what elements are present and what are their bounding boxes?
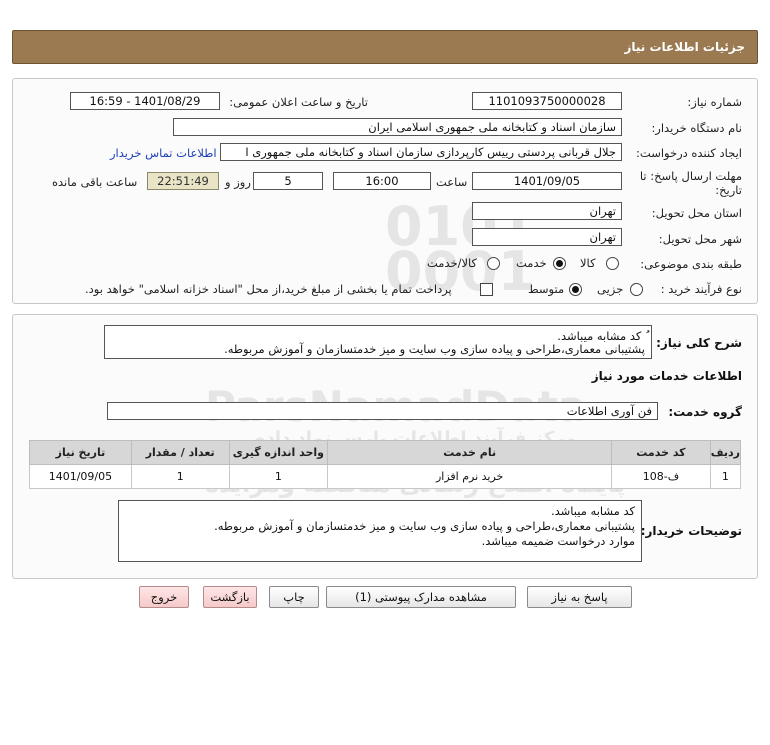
- buyer-org-label: نام دستگاه خریدار:: [651, 121, 742, 135]
- buyer-org-field: سازمان اسناد و کتابخانه ملی جمهوری اسلام…: [173, 118, 622, 136]
- announce-label: تاریخ و ساعت اعلان عمومی:: [229, 95, 368, 109]
- summary-line-2: پشتیبانی معماری،طراحی و پیاده سازی وب سا…: [224, 342, 645, 356]
- province-label: استان محل تحویل:: [651, 206, 742, 220]
- summary-field: ُ کد مشابه میباشد. پشتیبانی معماری،طراحی…: [104, 325, 652, 359]
- category-radio-goods[interactable]: [606, 257, 619, 270]
- page-header: جزئیات اطلاعات نیاز: [12, 30, 758, 64]
- deadline-time-label: ساعت: [436, 175, 468, 189]
- col-date-header: تاریخ نیاز: [29, 440, 132, 465]
- province-field: تهران: [472, 202, 622, 220]
- cell-unit: 1: [228, 464, 329, 489]
- buyer-notes-field: کد مشابه میباشد. پشتیبانی معماری،طراحی و…: [118, 500, 642, 562]
- cell-row: 1: [709, 464, 742, 489]
- print-button[interactable]: چاپ: [269, 586, 319, 608]
- category-option-goods-service: کالا/خدمت: [427, 256, 478, 270]
- purchase-radio-medium[interactable]: [569, 283, 582, 296]
- city-field: تهران: [472, 228, 622, 246]
- creator-label: ایجاد کننده درخواست:: [636, 146, 742, 160]
- service-group-label: گروه خدمت:: [668, 405, 742, 419]
- table-header-row: ردیف کد خدمت نام خدمت واحد اندازه گیری ت…: [29, 440, 742, 465]
- back-button[interactable]: بازگشت: [203, 586, 257, 608]
- category-radio-service[interactable]: [553, 257, 566, 270]
- table-row: 1 ف-108 خرید نرم افزار 1 1 1401/09/05: [29, 464, 742, 489]
- service-group-field: فن آوری اطلاعات: [107, 402, 658, 420]
- col-qty-header: تعداد / مقدار: [130, 440, 230, 465]
- attachments-button[interactable]: مشاهده مدارک پیوستی (1): [326, 586, 516, 608]
- summary-label: شرح کلی نیاز:: [656, 336, 742, 350]
- services-table: ردیف کد خدمت نام خدمت واحد اندازه گیری ت…: [29, 440, 742, 489]
- col-row-header: ردیف: [709, 440, 742, 465]
- remaining-label: ساعت باقی مانده: [52, 175, 138, 189]
- cell-name: خرید نرم افزار: [327, 464, 613, 489]
- creator-field: جلال قربانی پردستی رییس کارپردازی سازمان…: [220, 143, 622, 161]
- treasury-payment-checkbox[interactable]: [480, 283, 493, 296]
- deadline-label-date: تاریخ:: [715, 183, 742, 197]
- exit-button[interactable]: خروج: [139, 586, 189, 608]
- services-heading: اطلاعات خدمات مورد نیاز: [591, 369, 742, 383]
- purchase-type-label: نوع فرآیند خرید :: [660, 282, 742, 296]
- need-number-label: شماره نیاز:: [687, 95, 742, 109]
- cell-code: ف-108: [611, 464, 711, 489]
- treasury-payment-note: پرداخت تمام یا بخشی از مبلغ خرید،از محل …: [85, 282, 452, 296]
- announce-field: 1401/08/29 - 16:59: [70, 92, 220, 110]
- city-label: شهر محل تحویل:: [658, 232, 742, 246]
- deadline-time-field: 16:00: [333, 172, 431, 190]
- deadline-label: مهلت ارسال پاسخ: تا: [639, 169, 742, 183]
- category-radio-goods-service[interactable]: [487, 257, 500, 270]
- need-number-field: 1101093750000028: [472, 92, 622, 110]
- purchase-radio-minor[interactable]: [630, 283, 643, 296]
- col-code-header: کد خدمت: [611, 440, 711, 465]
- buyer-notes-label: توضیحات خریدار:: [640, 524, 742, 538]
- reply-button[interactable]: پاسخ به نیاز: [527, 586, 632, 608]
- purchase-option-medium: متوسط: [528, 282, 565, 296]
- contact-buyer-link[interactable]: اطلاعات تماس خریدار: [110, 146, 217, 160]
- category-option-service: خدمت: [516, 256, 547, 270]
- category-option-goods: کالا: [580, 256, 596, 270]
- deadline-date-field: 1401/09/05: [472, 172, 622, 190]
- buyer-note-line: پشتیبانی معماری،طراحی و پیاده سازی وب سا…: [214, 519, 635, 533]
- purchase-option-minor: جزیی: [597, 282, 624, 296]
- category-label: طبقه بندی موضوعی:: [640, 257, 742, 271]
- days-label: روز و: [225, 175, 251, 189]
- buyer-note-line: موارد درخواست ضمیمه میباشد.: [481, 534, 635, 548]
- cell-qty: 1: [130, 464, 230, 489]
- col-name-header: نام خدمت: [327, 440, 613, 465]
- days-field: 5: [253, 172, 323, 190]
- buyer-note-line: کد مشابه میباشد.: [550, 504, 635, 518]
- cell-date: 1401/09/05: [29, 464, 132, 489]
- page-title: جزئیات اطلاعات نیاز: [624, 40, 745, 54]
- remaining-time-field: 22:51:49: [147, 172, 219, 190]
- col-unit-header: واحد اندازه گیری: [228, 440, 329, 465]
